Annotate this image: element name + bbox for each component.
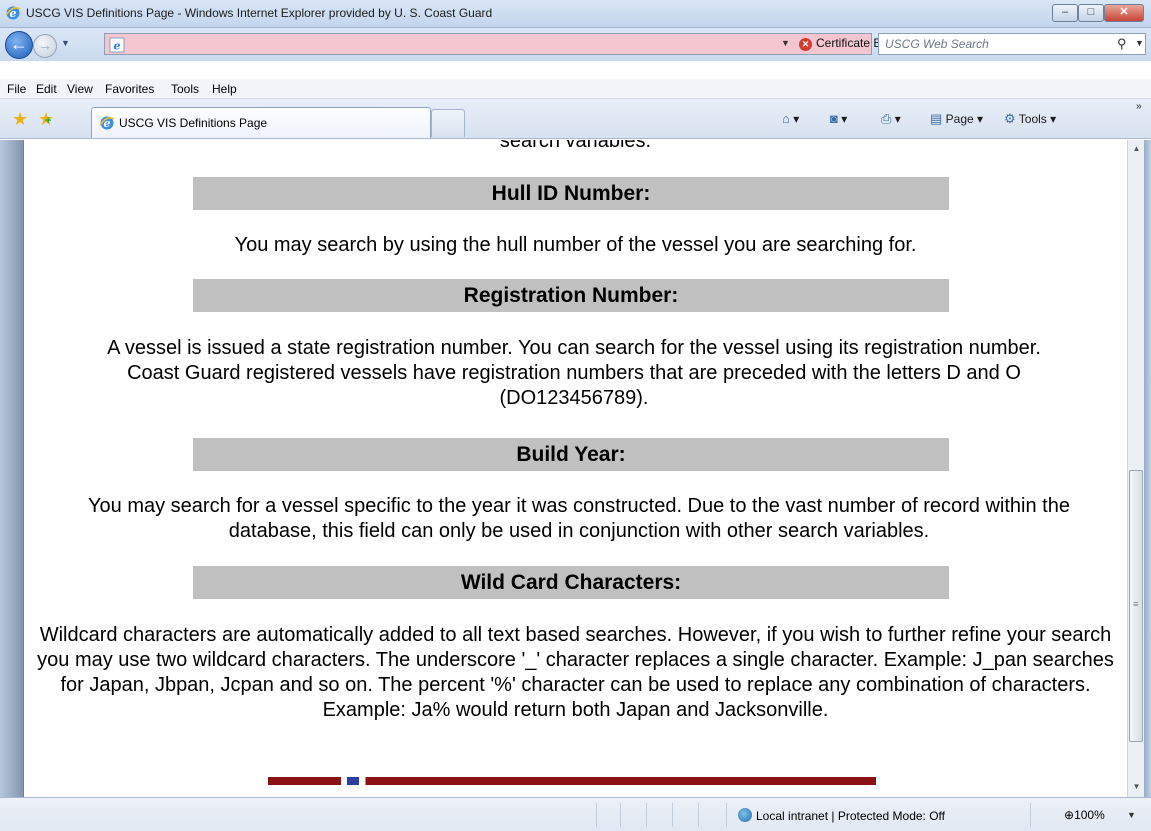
internet-explorer-icon: e	[5, 6, 21, 20]
scroll-down-icon[interactable]: ▼	[1128, 782, 1145, 791]
page-icon: e	[109, 37, 125, 53]
status-divider	[726, 803, 727, 827]
svg-text:e: e	[114, 40, 121, 53]
section-heading-registration: Registration Number:	[193, 279, 949, 312]
rss-feed-icon: ◙	[830, 111, 838, 126]
status-divider	[672, 803, 673, 827]
zoom-level[interactable]: ⊕100%	[1064, 808, 1105, 822]
menu-file[interactable]: File	[7, 82, 26, 96]
menu-help[interactable]: Help	[212, 82, 237, 96]
tab-bar: ★ ★ + e USCG VIS Definitions Page ⌂ ▾ ◙ ▾…	[0, 99, 1151, 139]
minimize-button[interactable]: –	[1052, 4, 1078, 22]
tools-menu-label: Tools	[1018, 112, 1047, 126]
history-dropdown-icon[interactable]: ▼	[61, 38, 70, 48]
new-tab-button[interactable]	[431, 109, 465, 137]
menu-tools[interactable]: Tools	[171, 82, 199, 96]
maximize-button[interactable]: □	[1078, 4, 1104, 22]
tab-label: USCG VIS Definitions Page	[119, 116, 268, 130]
zoom-icon: ⊕	[1064, 808, 1075, 822]
home-icon: ⌂	[782, 111, 790, 126]
address-field[interactable]: e ▼ ✕Certificate Error ⇆ ✕	[104, 33, 949, 55]
status-divider	[646, 803, 647, 827]
page-menu-button[interactable]: ▤ Page ▾	[930, 111, 983, 127]
menu-bar: File Edit View Favorites Tools Help	[0, 79, 1151, 99]
intranet-globe-icon	[738, 808, 752, 822]
section-body-registration: A vessel is issued a state registration …	[107, 337, 1041, 409]
section-heading-wildcard: Wild Card Characters:	[193, 566, 949, 599]
zoom-dropdown-icon[interactable]: ▼	[1127, 810, 1136, 820]
error-icon: ✕	[799, 38, 812, 51]
zoom-value: 100%	[1074, 808, 1105, 822]
print-button[interactable]: ⎙ ▾	[881, 111, 901, 127]
forward-arrow-icon: →	[38, 37, 52, 53]
vertical-scrollbar[interactable]: ▲ ≡ ▼	[1127, 140, 1144, 797]
menu-view[interactable]: View	[67, 82, 93, 96]
print-icon: ⎙	[881, 111, 892, 126]
tools-menu-button[interactable]: ⚙ Tools ▾	[1004, 111, 1056, 127]
section-heading-build-year: Build Year:	[193, 438, 949, 471]
status-divider	[620, 803, 621, 827]
status-divider	[698, 803, 699, 827]
page-menu-label: Page	[945, 112, 974, 126]
window-frame-left	[0, 140, 24, 797]
feeds-button[interactable]: ◙ ▾	[830, 111, 847, 126]
search-placeholder: USCG Web Search	[885, 37, 989, 51]
cut-off-text: search variables.	[499, 140, 652, 152]
chevron-more-icon[interactable]: »	[1136, 101, 1142, 112]
search-input[interactable]: USCG Web Search ⚲ ▼	[878, 33, 1146, 55]
window-frame-right	[1144, 140, 1151, 797]
grip-icon: ≡	[1133, 599, 1139, 609]
section-body-build-year: You may search for a vessel specific to …	[88, 495, 1070, 542]
tab-uscg-vis-definitions[interactable]: e USCG VIS Definitions Page	[91, 107, 431, 138]
security-zone-label: Local intranet | Protected Mode: Off	[756, 809, 945, 823]
status-divider	[1030, 803, 1031, 827]
close-button[interactable]: ✕	[1104, 4, 1144, 22]
menu-favorites[interactable]: Favorites	[105, 82, 154, 96]
section-body-wildcard: Wildcard characters are automatically ad…	[37, 624, 1114, 721]
status-divider	[596, 803, 597, 827]
title-bar: e USCG VIS Definitions Page - Windows In…	[0, 0, 1151, 28]
scroll-up-icon[interactable]: ▲	[1128, 144, 1145, 153]
back-arrow-icon: ←	[10, 34, 28, 54]
home-button[interactable]: ⌂ ▾	[782, 111, 799, 126]
gear-icon: ⚙	[1004, 111, 1016, 126]
search-dropdown-icon[interactable]: ▼	[1135, 38, 1144, 48]
page-icon: ▤	[930, 111, 943, 126]
scrollbar-thumb[interactable]: ≡	[1129, 470, 1143, 742]
address-dropdown-icon[interactable]: ▼	[781, 38, 790, 48]
section-heading-hull-id: Hull ID Number:	[193, 177, 949, 210]
internet-explorer-icon: e	[99, 116, 115, 130]
address-row: ← → ▼ e ▼ ✕Certificate Error ⇆ ✕ USCG We…	[0, 28, 1151, 61]
search-icon[interactable]: ⚲	[1117, 36, 1127, 52]
back-button[interactable]: ←	[5, 31, 33, 59]
section-body-hull-id: You may search by using the hull number …	[234, 234, 917, 256]
add-favorites-icon[interactable]: ★ +	[38, 109, 54, 130]
menu-edit[interactable]: Edit	[36, 82, 57, 96]
flag-divider	[268, 777, 876, 785]
forward-button[interactable]: →	[33, 34, 57, 58]
security-zone[interactable]: Local intranet | Protected Mode: Off	[738, 808, 945, 823]
page-content: search variables. Hull ID Number: You ma…	[24, 140, 1127, 797]
favorites-star-icon[interactable]: ★	[12, 109, 28, 130]
window-title: USCG VIS Definitions Page - Windows Inte…	[26, 6, 493, 20]
status-bar: Local intranet | Protected Mode: Off ⊕10…	[0, 797, 1151, 831]
